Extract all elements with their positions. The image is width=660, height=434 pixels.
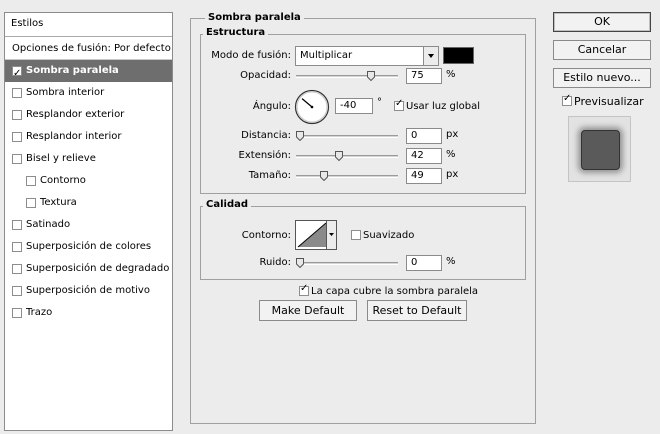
angle-dial[interactable] <box>294 89 330 125</box>
drop-shadow-title: Sombra paralela <box>205 12 304 24</box>
antialiased-checkbox[interactable] <box>351 230 361 240</box>
style-item-checkbox[interactable] <box>12 220 22 230</box>
spread-slider-track[interactable] <box>296 155 398 158</box>
noise-slider-track[interactable] <box>296 262 398 265</box>
shadow-color-swatch[interactable] <box>443 47 474 64</box>
size-label: Tamaño: <box>248 170 291 181</box>
style-item-label: Superposición de degradado <box>26 263 170 274</box>
noise-input[interactable]: 0 <box>406 255 442 271</box>
reset-to-default-button[interactable]: Reset to Default <box>367 300 467 321</box>
global-light-checkbox[interactable] <box>394 98 404 111</box>
style-item-checkbox[interactable] <box>26 198 36 208</box>
style-preview <box>568 116 631 182</box>
style-item-label: Sombra interior <box>26 87 105 98</box>
blend-mode-select[interactable]: Multiplicar <box>295 46 439 66</box>
angle-label: Ángulo: <box>252 101 291 112</box>
style-item[interactable]: Resplandor exterior <box>5 104 172 126</box>
style-item-checkbox[interactable] <box>12 154 22 164</box>
style-item-checkbox[interactable] <box>12 88 22 98</box>
style-item[interactable]: Contorno <box>5 170 172 192</box>
structure-title: Estructura <box>203 27 269 39</box>
make-default-button[interactable]: Make Default <box>259 300 357 321</box>
style-item-label: Textura <box>40 197 77 208</box>
style-item[interactable]: Superposición de degradado <box>5 258 172 280</box>
knockout-checkbox[interactable] <box>299 283 309 296</box>
cancel-button[interactable]: Cancelar <box>553 40 651 60</box>
style-item-checkbox[interactable] <box>12 63 22 85</box>
opacity-label: Opacidad: <box>240 70 291 81</box>
opacity-input[interactable]: 75 <box>406 68 442 84</box>
opacity-slider-thumb[interactable] <box>366 71 375 81</box>
preview-swatch <box>581 130 620 170</box>
opacity-unit: % <box>446 69 456 80</box>
style-item[interactable]: Superposición de motivo <box>5 280 172 302</box>
style-item-label: Satinado <box>26 219 71 230</box>
style-item-label: Resplandor exterior <box>26 109 125 120</box>
style-item-label: Resplandor interior <box>26 131 122 142</box>
style-item[interactable]: Sombra paralela <box>5 60 172 85</box>
style-item[interactable]: Resplandor interior <box>5 126 172 148</box>
style-item-checkbox[interactable] <box>12 132 22 142</box>
preview-checkbox[interactable] <box>562 93 572 106</box>
contour-preview-icon <box>297 222 327 248</box>
noise-label: Ruido: <box>259 257 291 268</box>
style-item-label: Superposición de motivo <box>26 285 150 296</box>
noise-slider-thumb[interactable] <box>296 258 304 268</box>
style-item-checkbox[interactable] <box>12 264 22 274</box>
preview-label: Previsualizar <box>574 95 644 108</box>
styles-list: Estilos Opciones de fusión: Por defecto … <box>4 12 173 431</box>
blending-options-item[interactable]: Opciones de fusión: Por defecto <box>5 38 172 60</box>
global-light-label: Usar luz global <box>406 101 480 112</box>
spread-input[interactable]: 42 <box>406 148 442 164</box>
quality-title: Calidad <box>203 199 252 211</box>
distance-unit: px <box>446 129 459 140</box>
style-item-label: Trazo <box>26 307 53 318</box>
blend-mode-value: Multiplicar <box>300 50 353 61</box>
knockout-label: La capa cubre la sombra paralela <box>311 286 479 297</box>
angle-unit: ° <box>377 97 382 108</box>
distance-input[interactable]: 0 <box>406 128 442 144</box>
style-item[interactable]: Trazo <box>5 302 172 324</box>
style-item[interactable]: Satinado <box>5 214 172 236</box>
spread-label: Extensión: <box>238 150 291 161</box>
ok-button[interactable]: OK <box>553 12 651 32</box>
spread-slider-thumb[interactable] <box>335 151 344 161</box>
style-item-checkbox[interactable] <box>12 308 22 318</box>
blend-mode-label: Modo de fusión: <box>211 50 291 61</box>
noise-unit: % <box>446 256 456 267</box>
style-item[interactable]: Sombra interior <box>5 82 172 104</box>
style-item-label: Bisel y relieve <box>26 153 96 164</box>
style-item-label: Contorno <box>40 175 86 186</box>
size-input[interactable]: 49 <box>406 168 442 184</box>
chevron-down-icon <box>326 221 336 249</box>
size-unit: px <box>446 169 459 180</box>
spread-unit: % <box>446 149 456 160</box>
angle-input[interactable]: -40 <box>335 98 373 114</box>
style-item-checkbox[interactable] <box>12 242 22 252</box>
distance-slider-track[interactable] <box>296 135 398 138</box>
size-slider-thumb[interactable] <box>319 171 328 181</box>
opacity-slider-track[interactable] <box>296 75 398 78</box>
new-style-button[interactable]: Estilo nuevo... <box>553 68 651 88</box>
style-item-label: Superposición de colores <box>26 241 152 252</box>
style-item[interactable]: Bisel y relieve <box>5 148 172 170</box>
style-item-checkbox[interactable] <box>12 286 22 296</box>
distance-slider-thumb[interactable] <box>296 131 304 141</box>
styles-header: Estilos <box>5 13 172 37</box>
style-item-label: Sombra paralela <box>26 65 119 76</box>
antialiased-label: Suavizado <box>363 230 415 241</box>
blending-options-label: Opciones de fusión: Por defecto <box>12 43 171 54</box>
style-item-checkbox[interactable] <box>26 176 36 186</box>
style-item[interactable]: Textura <box>5 192 172 214</box>
distance-label: Distancia: <box>241 130 291 141</box>
size-slider-track[interactable] <box>296 175 398 178</box>
style-item[interactable]: Superposición de colores <box>5 236 172 258</box>
style-item-checkbox[interactable] <box>12 110 22 120</box>
contour-picker[interactable] <box>295 220 337 250</box>
chevron-down-icon <box>423 47 438 65</box>
contour-label: Contorno: <box>241 230 291 241</box>
